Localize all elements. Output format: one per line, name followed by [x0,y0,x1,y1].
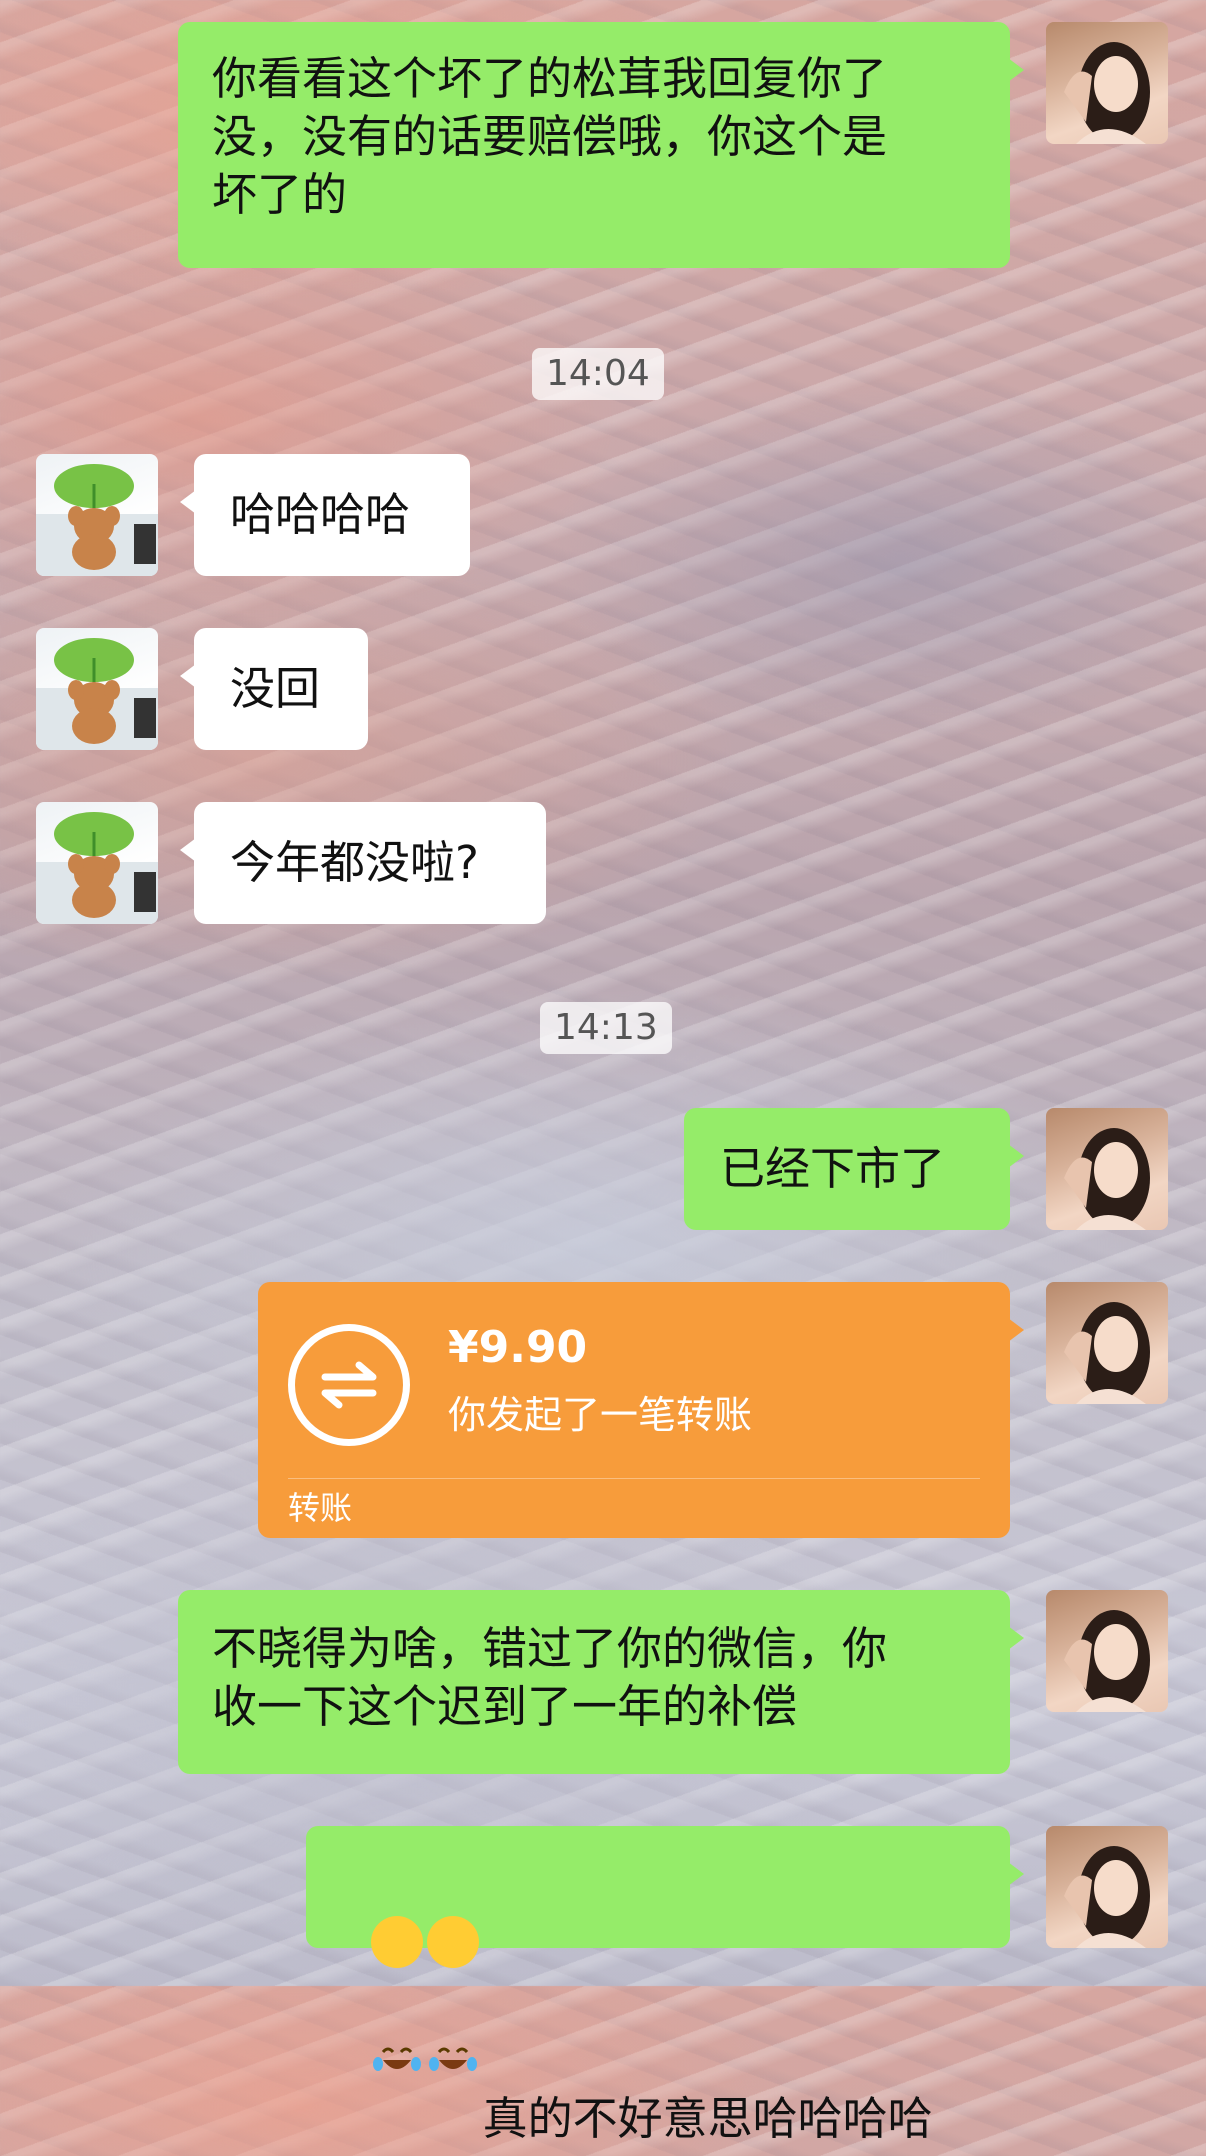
contact-avatar[interactable] [36,802,158,924]
laughing-tears-emoji [426,1916,479,2071]
message-text: 真的不好意思哈哈哈哈 [482,2092,933,2145]
self-avatar[interactable] [1046,1108,1168,1230]
self-avatar[interactable] [1046,22,1168,144]
transfer-card[interactable]: ¥9.90 你发起了一笔转账 转账 [258,1282,1024,1538]
self-avatar[interactable] [1046,1282,1168,1404]
message-bubble[interactable]: 已经下市了 [684,1108,1024,1230]
self-avatar[interactable] [1046,1590,1168,1712]
contact-avatar[interactable] [36,454,158,576]
message-bubble[interactable]: 没回 [180,628,368,750]
laughing-tears-emoji [370,1916,423,2071]
self-avatar[interactable] [1046,1826,1168,1948]
message-bubble[interactable]: 不晓得为啥，错过了你的微信，你 收一下这个迟到了一年的补偿 [178,1590,1024,1774]
message-bubble[interactable]: 你看看这个坏了的松茸我回复你了 没，没有的话要赔偿哦，你这个是 坏了的 [178,22,1024,268]
timestamp: 14:13 [540,1002,672,1054]
message-bubble[interactable]: 哈哈哈哈 [180,454,470,576]
message-bubble[interactable]: 真的不好意思哈哈哈哈 [306,1826,1024,2145]
message-bubble[interactable]: 今年都没啦? [180,802,546,924]
timestamp: 14:04 [532,348,664,400]
transfer-arrows-icon [288,1324,410,1446]
transfer-amount: ¥9.90 [448,1322,588,1373]
divider [288,1478,980,1479]
transfer-description: 你发起了一笔转账 [448,1393,753,1437]
transfer-label: 转账 [288,1489,353,1527]
contact-avatar[interactable] [36,628,158,750]
